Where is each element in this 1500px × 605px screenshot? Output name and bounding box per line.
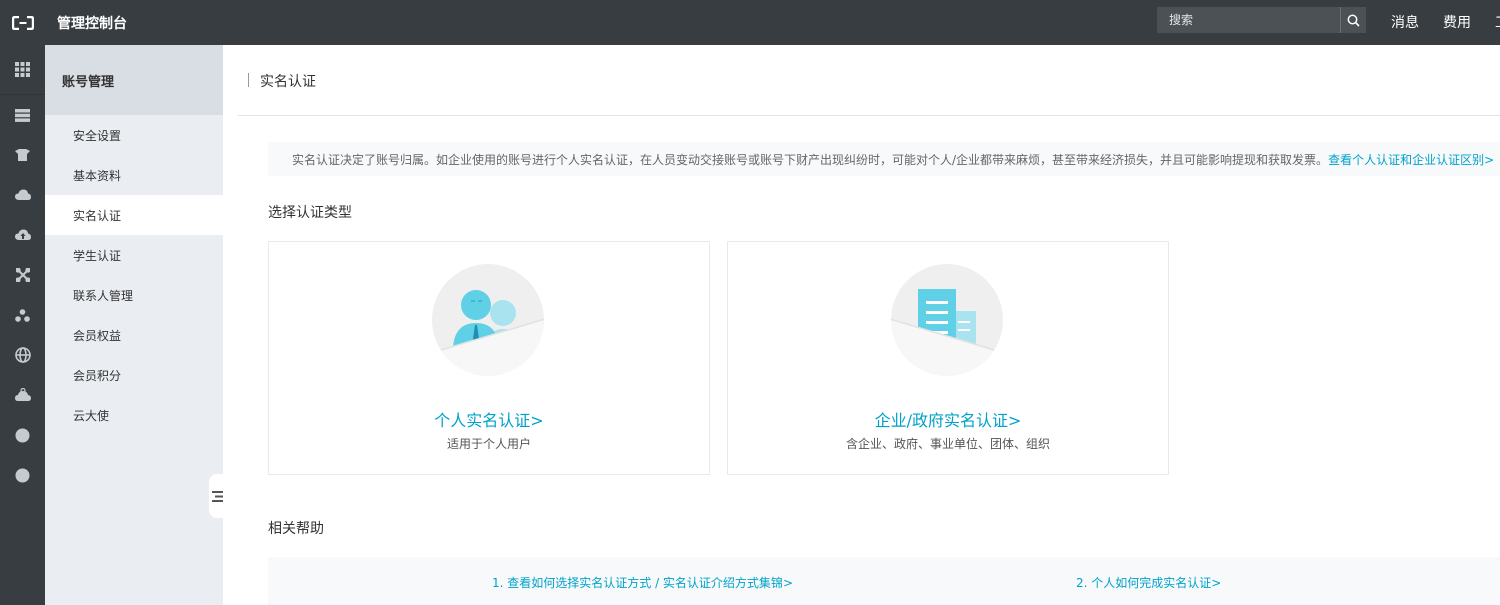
product-rail: [0, 45, 45, 605]
circle-icon: [15, 468, 30, 482]
choose-type-title: 选择认证类型: [268, 205, 352, 221]
help-links-box: [268, 557, 1500, 605]
rail-item-extra-2[interactable]: [0, 455, 45, 495]
subnav-item-basic-info[interactable]: 基本资料: [45, 155, 223, 195]
personal-cert-desc: 适用于个人用户: [446, 437, 531, 451]
aliyun-logo-icon[interactable]: [0, 0, 45, 45]
rail-item-network[interactable]: [0, 255, 45, 295]
rail-item-security[interactable]: [0, 135, 45, 175]
rail-item-cloud[interactable]: [0, 175, 45, 215]
rail-item-management[interactable]: [0, 375, 45, 415]
menu-collapse-icon: [211, 490, 223, 502]
account-subnav: 账号管理 安全设置 基本资料 实名认证 学生认证 联系人管理 会员权益 会员积分…: [45, 45, 223, 605]
subnav-item-security-settings[interactable]: 安全设置: [45, 115, 223, 155]
messages-link[interactable]: 消息: [1391, 12, 1419, 32]
enterprise-cert-desc: 含企业、政府、事业单位、团体、组织: [845, 437, 1050, 451]
rail-item-server[interactable]: [0, 95, 45, 135]
personal-cert-title[interactable]: 个人实名认证>: [269, 407, 709, 431]
subnav-item-student[interactable]: 学生认证: [45, 235, 223, 275]
server-icon: [15, 108, 30, 122]
apps-grid-icon: [15, 62, 30, 77]
related-help-title: 相关帮助: [268, 521, 324, 537]
rail-item-cloud-upload[interactable]: [0, 215, 45, 255]
cloud-upload-icon: [14, 229, 31, 240]
help-link-personal-howto[interactable]: 2. 个人如何完成实名认证>: [1076, 574, 1221, 591]
console-title[interactable]: 管理控制台: [57, 13, 127, 33]
subnav-item-member-benefits[interactable]: 会员权益: [45, 315, 223, 355]
compare-cert-link[interactable]: 查看个人认证和企业认证区别>: [1328, 151, 1494, 168]
network-icon: [15, 268, 30, 282]
subnav-item-contacts[interactable]: 联系人管理: [45, 275, 223, 315]
cloud-icon: [14, 189, 31, 200]
globe-icon: [14, 347, 31, 363]
title-divider: [248, 73, 249, 87]
person-icon: [431, 263, 545, 377]
subnav-item-cloud-ambassador[interactable]: 云大使: [45, 395, 223, 435]
page-title: 实名认证: [260, 74, 316, 90]
top-bar: 管理控制台 消息 费用 工: [0, 0, 1500, 45]
rail-item-extra-1[interactable]: [0, 415, 45, 455]
subnav-item-real-name[interactable]: 实名认证: [45, 195, 223, 235]
circle-icon: [15, 428, 30, 442]
cluster-icon: [15, 308, 30, 322]
page-header: 实名认证: [238, 45, 1500, 116]
billing-link[interactable]: 费用: [1443, 12, 1471, 32]
main-content: 实名认证 实名认证决定了账号归属。如企业使用的账号进行个人实名认证，在人员变动交…: [223, 45, 1500, 605]
personal-cert-card[interactable]: 个人实名认证> 适用于个人用户: [268, 241, 710, 475]
tickets-link[interactable]: 工: [1495, 12, 1500, 32]
help-link-choose-method[interactable]: 1. 查看如何选择实名认证方式 / 实名认证介绍方式集锦>: [492, 574, 793, 591]
building-icon: [890, 263, 1004, 377]
notice-text: 实名认证决定了账号归属。如企业使用的账号进行个人实名认证，在人员变动交接账号或账…: [292, 152, 1329, 167]
subnav-item-member-points[interactable]: 会员积分: [45, 355, 223, 395]
rail-item-cluster[interactable]: [0, 295, 45, 335]
enterprise-cert-card[interactable]: 企业/政府实名认证> 含企业、政府、事业单位、团体、组织: [727, 241, 1169, 475]
enterprise-cert-title[interactable]: 企业/政府实名认证>: [728, 407, 1168, 431]
shield-icon: [15, 148, 30, 161]
search-button[interactable]: [1340, 7, 1366, 33]
search-box: [1157, 7, 1366, 33]
rail-item-global[interactable]: [0, 335, 45, 375]
rail-item-products[interactable]: [0, 45, 45, 94]
subnav-header: 账号管理: [45, 45, 223, 115]
gear-cloud-icon: [14, 388, 31, 401]
search-input[interactable]: [1157, 7, 1340, 33]
notice-banner: 实名认证决定了账号归属。如企业使用的账号进行个人实名认证，在人员变动交接账号或账…: [268, 142, 1500, 176]
search-icon: [1347, 14, 1360, 27]
